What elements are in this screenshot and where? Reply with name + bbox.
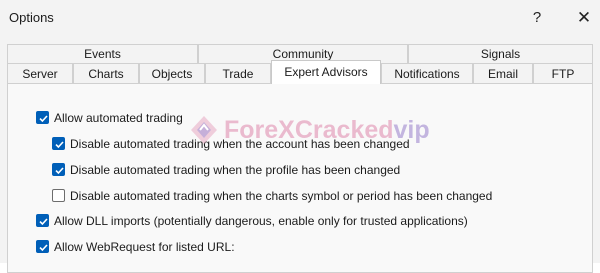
tab-server[interactable]: Server bbox=[7, 63, 73, 83]
option-label: Disable automated trading when the accou… bbox=[70, 137, 410, 151]
close-button[interactable]: ✕ bbox=[570, 6, 598, 30]
tab-objects[interactable]: Objects bbox=[139, 63, 205, 83]
checkbox-unchecked[interactable] bbox=[52, 189, 65, 202]
tab-signals[interactable]: Signals bbox=[408, 44, 593, 63]
tab-ftp[interactable]: FTP bbox=[533, 63, 593, 83]
checkbox-checked[interactable] bbox=[52, 163, 65, 176]
tab-events[interactable]: Events bbox=[7, 44, 198, 63]
option-label: Disable automated trading when the chart… bbox=[70, 189, 493, 203]
option-label: Allow DLL imports (potentially dangerous… bbox=[54, 214, 468, 228]
window-title: Options bbox=[9, 10, 54, 25]
checkbox-checked[interactable] bbox=[36, 111, 49, 124]
help-button[interactable]: ? bbox=[523, 6, 551, 30]
tab-expert-advisors[interactable]: Expert Advisors bbox=[271, 60, 381, 84]
checkbox-checked[interactable] bbox=[36, 240, 49, 253]
tab-notifications[interactable]: Notifications bbox=[381, 63, 473, 83]
option-label: Allow automated trading bbox=[54, 111, 183, 125]
options-dialog: Options ? ✕ Events Community Signals Ser… bbox=[0, 0, 600, 273]
tab-charts[interactable]: Charts bbox=[73, 63, 139, 83]
tab-email[interactable]: Email bbox=[473, 63, 533, 83]
option-label: Allow WebRequest for listed URL: bbox=[54, 240, 235, 254]
title-bar: Options ? ✕ bbox=[0, 0, 600, 36]
option-label: Disable automated trading when the profi… bbox=[70, 163, 401, 177]
tab-trade[interactable]: Trade bbox=[205, 63, 271, 83]
checkbox-checked[interactable] bbox=[52, 137, 65, 150]
checkbox-checked[interactable] bbox=[36, 214, 49, 227]
